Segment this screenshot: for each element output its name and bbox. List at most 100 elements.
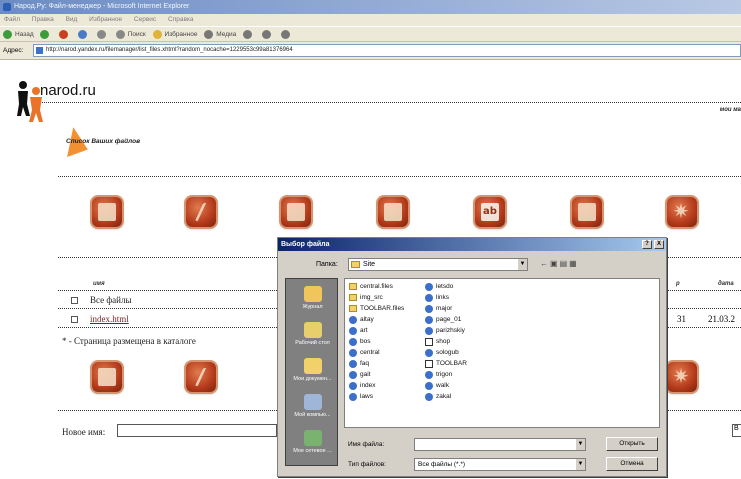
- html-file-icon: [425, 294, 433, 302]
- file-item[interactable]: art: [349, 326, 368, 336]
- network-globe-icon: [303, 430, 322, 446]
- close-button[interactable]: X: [654, 240, 664, 249]
- new-folder-button[interactable]: [572, 197, 602, 227]
- file-item[interactable]: major: [425, 304, 452, 314]
- ab-text-icon: ab: [481, 203, 499, 221]
- pencil-icon: [194, 368, 210, 386]
- html-file-icon: [349, 360, 357, 368]
- file-item[interactable]: central: [349, 348, 380, 358]
- chevron-down-icon[interactable]: ▼: [575, 459, 585, 470]
- open-button[interactable]: Открыть: [606, 437, 658, 451]
- place-desktop[interactable]: Рабочий стол: [286, 319, 339, 355]
- mail-button[interactable]: [261, 27, 274, 42]
- look-in-value: Site: [363, 261, 376, 268]
- file-item[interactable]: shop: [425, 337, 450, 347]
- place-history[interactable]: Журнал: [286, 283, 339, 319]
- file-item[interactable]: faq: [349, 359, 369, 369]
- menu-bar: Файл Правка Вид Избранное Сервис Справка: [0, 14, 741, 26]
- help-button[interactable]: ?: [642, 240, 652, 249]
- file-item[interactable]: central.files: [349, 282, 393, 292]
- move-button[interactable]: [378, 197, 408, 227]
- menu-help[interactable]: Справка: [168, 16, 194, 23]
- delete-button-bottom[interactable]: ✷: [667, 362, 697, 392]
- browser-toolbar: Назад Поиск Избранное Медиа: [0, 26, 741, 42]
- file-type-select[interactable]: Все файлы (*.*) ▼: [414, 458, 586, 471]
- file-item[interactable]: bos: [349, 337, 370, 347]
- html-file-icon: [425, 327, 433, 335]
- chevron-down-icon[interactable]: ▼: [575, 439, 585, 450]
- place-documents[interactable]: Мои докумен...: [286, 355, 339, 391]
- forward-button[interactable]: [40, 27, 52, 42]
- file-item[interactable]: altay: [349, 315, 374, 325]
- rename-button[interactable]: [186, 197, 216, 227]
- up-folder-icon[interactable]: ▣: [550, 259, 560, 268]
- home-button[interactable]: [96, 27, 109, 42]
- file-checkbox[interactable]: [71, 316, 78, 323]
- delete-button[interactable]: ✷: [667, 197, 697, 227]
- upload-file-button[interactable]: [92, 197, 122, 227]
- documents-folder-icon: [303, 358, 322, 374]
- file-item[interactable]: index: [349, 381, 376, 391]
- search-button[interactable]: Поиск: [115, 27, 146, 42]
- print-button[interactable]: [280, 27, 293, 42]
- chevron-down-icon[interactable]: ▼: [517, 259, 527, 270]
- refresh-button[interactable]: [78, 27, 90, 42]
- file-item[interactable]: zakal: [425, 392, 451, 402]
- html-file-icon: [349, 349, 357, 357]
- menu-favorites[interactable]: Избранное: [89, 16, 122, 23]
- stop-button[interactable]: [59, 27, 71, 42]
- stop-icon: [59, 29, 69, 39]
- menu-tools[interactable]: Сервис: [134, 16, 156, 23]
- file-item[interactable]: letsdo: [425, 282, 453, 292]
- file-item[interactable]: TOOLBAR.files: [349, 304, 404, 314]
- cancel-button[interactable]: Отмена: [606, 457, 658, 471]
- back-arrow-icon[interactable]: ←: [540, 259, 550, 268]
- dialog-titlebar: Выбор файла ? X: [278, 238, 666, 251]
- image-file-icon: [425, 338, 433, 346]
- file-item[interactable]: walk: [425, 381, 449, 391]
- address-input[interactable]: http://narod.yandex.ru/filemanager/list_…: [33, 44, 741, 57]
- new-name-input[interactable]: [117, 424, 277, 437]
- favorites-button[interactable]: Избранное: [152, 27, 197, 42]
- text-edit-button[interactable]: ab: [475, 197, 505, 227]
- view-menu-icon[interactable]: ▦: [569, 259, 579, 268]
- html-file-icon: [349, 371, 357, 379]
- copy-button[interactable]: [281, 197, 311, 227]
- submit-button[interactable]: В: [732, 424, 741, 437]
- upload-file-button-bottom[interactable]: [92, 362, 122, 392]
- file-item[interactable]: links: [425, 293, 449, 303]
- new-folder-icon[interactable]: ▤: [560, 259, 570, 268]
- media-button[interactable]: Медиа: [204, 27, 236, 42]
- html-file-icon: [349, 382, 357, 390]
- file-item[interactable]: img_src: [349, 293, 383, 303]
- rename-button-bottom[interactable]: [186, 362, 216, 392]
- file-item[interactable]: gait: [349, 370, 370, 380]
- file-link[interactable]: index.html: [90, 314, 129, 324]
- new-name-label: Новое имя:: [62, 427, 106, 437]
- site-logo[interactable]: narod.ru: [40, 82, 96, 99]
- file-name-label: Имя файла:: [348, 441, 385, 448]
- select-all-checkbox[interactable]: [71, 297, 78, 304]
- file-size: 31: [677, 314, 686, 324]
- document-file-icon: [425, 360, 433, 368]
- file-item[interactable]: sologub: [425, 348, 459, 358]
- place-network[interactable]: Мое сетевое ...: [286, 427, 339, 463]
- address-bar: Адрес: http://narod.yandex.ru/filemanage…: [0, 42, 741, 60]
- place-my-computer[interactable]: Мой компью...: [286, 391, 339, 427]
- history-button[interactable]: [243, 27, 255, 42]
- back-button[interactable]: Назад: [3, 27, 34, 42]
- menu-edit[interactable]: Правка: [32, 16, 54, 23]
- look-in-select[interactable]: Site ▼: [348, 258, 528, 271]
- folder-icon: [349, 283, 357, 290]
- file-item[interactable]: trigon: [425, 370, 452, 380]
- menu-view[interactable]: Вид: [66, 16, 78, 23]
- file-item[interactable]: laws: [349, 392, 373, 402]
- upload-icon: [98, 368, 116, 386]
- menu-file[interactable]: Файл: [4, 16, 20, 23]
- page-icon: [36, 47, 43, 54]
- my-link[interactable]: мои ма: [720, 107, 741, 113]
- file-item[interactable]: parizhskiy: [425, 326, 465, 336]
- file-name-input[interactable]: ▼: [414, 438, 586, 451]
- file-item[interactable]: page_01: [425, 315, 461, 325]
- file-item[interactable]: TOOLBAR: [425, 359, 467, 369]
